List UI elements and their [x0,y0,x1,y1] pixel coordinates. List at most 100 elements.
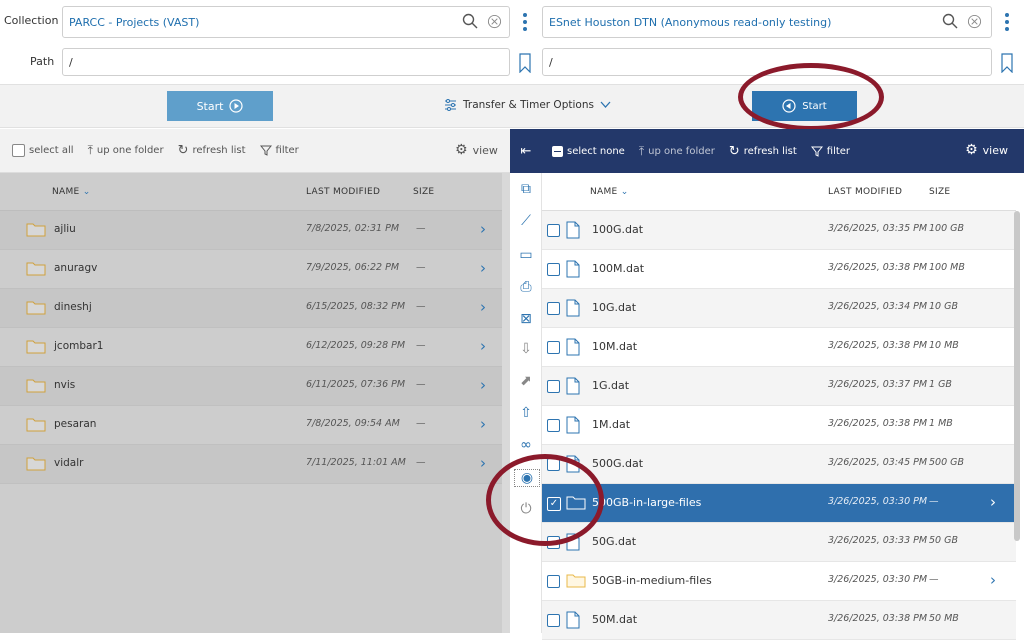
table-row[interactable]: jcombar1 6/12/2025, 09:28 PM — › [0,328,502,367]
file-row[interactable]: 10M.dat 3/26/2025, 03:38 PM 10 MB [542,328,1016,367]
column-last-modified-right[interactable]: LAST MODIFIED [828,187,902,197]
view-action[interactable]: ⚙ view [455,142,498,158]
bookmark-icon-right[interactable] [999,51,1015,75]
share-icon[interactable]: ⧉ [510,181,542,197]
collection-right-value: ESnet Houston DTN (Anonymous read-only t… [549,15,832,29]
checkbox[interactable] [547,302,560,315]
table-row[interactable]: nvis 6/11/2025, 07:36 PM — › [0,367,502,406]
annotation-ring-selection [486,454,604,546]
checkbox[interactable] [547,419,560,432]
delete-icon[interactable]: ⊠ [510,311,542,327]
scrollbar[interactable] [502,173,510,633]
row-date: 3/26/2025, 03:38 PM [828,418,928,429]
row-date: 3/26/2025, 03:30 PM [828,574,928,585]
file-row[interactable]: 1G.dat 3/26/2025, 03:37 PM 1 GB [542,367,1016,406]
column-size[interactable]: SIZE [413,187,434,197]
bookmark-icon[interactable] [517,51,533,75]
refresh-list-label-right: refresh list [743,145,797,157]
checkbox[interactable] [547,614,560,627]
row-name: 50GB-in-medium-files [592,574,712,587]
chevron-right-icon[interactable]: › [480,454,486,472]
open-external-icon[interactable]: ⬈ [510,373,542,389]
chevron-right-icon[interactable]: › [480,298,486,316]
collapse-panel-button[interactable]: ⇤ [510,129,542,173]
checkbox[interactable] [547,380,560,393]
start-label-left: Start [196,99,224,113]
new-folder-icon[interactable]: ▭ [510,247,542,263]
clear-icon-right[interactable] [964,11,984,31]
kebab-menu-icon-right[interactable] [998,10,1016,34]
start-button-left[interactable]: Start [167,91,273,121]
download-icon[interactable]: ⇩ [510,341,542,357]
chevron-right-icon[interactable]: › [480,220,486,238]
path-right-value: / [549,55,553,69]
up-one-folder-action-right[interactable]: ⤒ up one folder [639,144,715,159]
scrollbar-right[interactable] [1014,211,1020,541]
refresh-list-action-right[interactable]: ↻ refresh list [729,144,797,159]
row-size: — [416,379,426,390]
column-size-right[interactable]: SIZE [929,187,950,197]
right-actions-bar: select none ⤒ up one folder ↻ refresh li… [542,129,1024,173]
row-date: 7/11/2025, 11:01 AM [306,457,406,468]
path-left-field[interactable]: / [62,48,510,76]
search-icon-right[interactable] [940,11,960,31]
chevron-right-icon[interactable]: › [480,415,486,433]
file-row[interactable]: 100M.dat 3/26/2025, 03:38 PM 100 MB [542,250,1016,289]
column-name-right[interactable]: NAME ⌄ [590,187,629,197]
file-row[interactable]: 500G.dat 3/26/2025, 03:45 PM 500 GB [542,445,1016,484]
table-row[interactable]: pesaran 7/8/2025, 09:54 AM — › [0,406,502,445]
collection-right-field[interactable]: ESnet Houston DTN (Anonymous read-only t… [542,6,992,38]
kebab-menu-icon[interactable] [516,10,534,34]
chevron-right-icon[interactable]: › [990,493,996,511]
checkbox[interactable] [547,575,560,588]
link-icon[interactable]: ∞ [510,437,542,453]
filter-icon-right [810,146,823,157]
select-none-action[interactable]: select none [552,145,625,157]
file-row[interactable]: 1M.dat 3/26/2025, 03:38 PM 1 MB [542,406,1016,445]
chevron-right-icon[interactable]: › [480,376,486,394]
refresh-list-label: refresh list [192,145,246,156]
file-row[interactable]: 50M.dat 3/26/2025, 03:38 PM 50 MB [542,601,1016,640]
transfer-options-toggle[interactable]: Transfer & Timer Options [444,98,611,111]
filter-action-right[interactable]: filter [810,146,850,157]
upload-icon[interactable]: ⇧ [510,405,542,421]
chevron-right-icon[interactable]: › [480,337,486,355]
folder-icon [26,416,46,435]
row-date: 3/26/2025, 03:38 PM [828,340,928,351]
column-last-modified[interactable]: LAST MODIFIED [306,187,380,197]
edit-icon[interactable]: ⟋ [510,213,542,229]
chevron-right-icon[interactable]: › [480,259,486,277]
collection-left-field[interactable]: PARCC - Projects (VAST) [62,6,510,38]
checkbox[interactable] [547,341,560,354]
table-row[interactable]: ajliu 7/8/2025, 02:31 PM — › [0,211,502,250]
table-row[interactable]: dineshj 6/15/2025, 08:32 PM — › [0,289,502,328]
clear-icon[interactable] [484,11,504,31]
folder-row[interactable]: ✓ 500GB-in-large-files 3/26/2025, 03:30 PM… [542,484,1016,523]
rename-icon[interactable]: ⎙ [510,279,542,295]
view-label-right: view [982,143,1008,157]
row-size: — [929,496,939,507]
checkbox[interactable] [547,224,560,237]
filter-icon [259,145,272,156]
select-all-action[interactable]: select all [12,144,74,157]
file-row[interactable]: 100G.dat 3/26/2025, 03:35 PM 100 GB [542,211,1016,250]
table-row[interactable]: anuragv 7/9/2025, 06:22 PM — › [0,250,502,289]
row-size: — [416,223,426,234]
up-one-folder-action[interactable]: ⤒ up one folder [88,143,164,158]
file-row[interactable]: 50G.dat 3/26/2025, 03:33 PM 50 GB [542,523,1016,562]
column-name[interactable]: NAME ⌄ [52,187,91,197]
up-one-folder-label: up one folder [96,145,164,156]
row-date: 6/15/2025, 08:32 PM [306,301,406,312]
table-row[interactable]: vidalr 7/11/2025, 11:01 AM — › [0,445,502,484]
filter-action[interactable]: filter [259,145,299,156]
checkbox-partial-icon [552,145,563,157]
view-action-right[interactable]: ⚙ view [965,142,1008,158]
file-row[interactable]: 10G.dat 3/26/2025, 03:34 PM 10 GB [542,289,1016,328]
chevron-right-icon[interactable]: › [990,571,996,589]
folder-row[interactable]: 50GB-in-medium-files 3/26/2025, 03:30 PM —… [542,562,1016,601]
search-icon[interactable] [460,11,480,31]
row-name: 10G.dat [592,301,637,314]
left-actions-bar: select all ⤒ up one folder ↻ refresh lis… [0,129,510,173]
checkbox[interactable] [547,263,560,276]
refresh-list-action[interactable]: ↻ refresh list [178,143,246,158]
